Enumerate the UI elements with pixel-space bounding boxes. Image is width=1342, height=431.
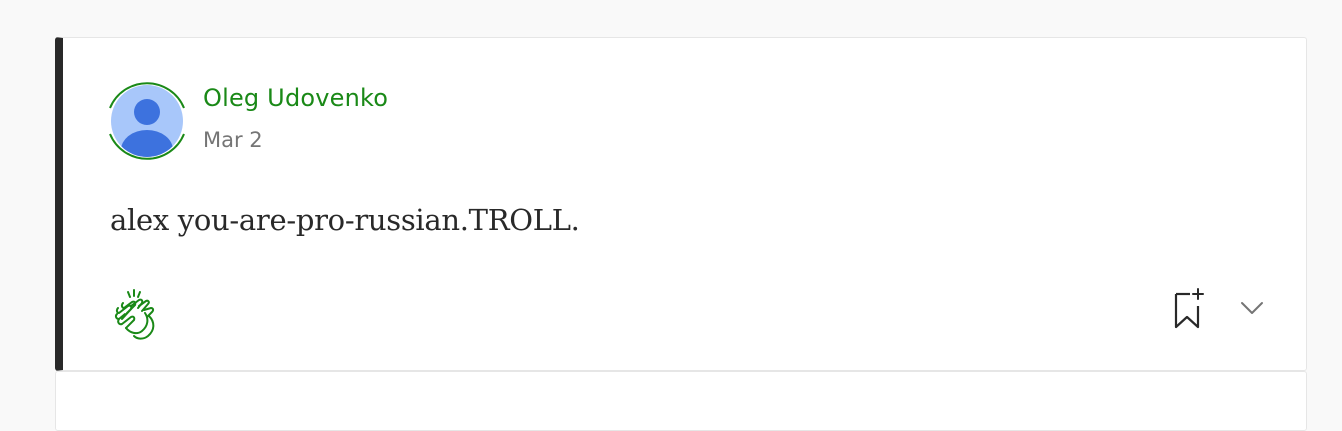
chevron-down-icon	[1241, 302, 1263, 314]
next-response-card	[55, 371, 1307, 431]
clap-icon	[114, 289, 155, 340]
bookmark-button[interactable]	[1173, 286, 1213, 330]
response-card: Oleg Udovenko Mar 2 alex you-are-pro-rus…	[55, 37, 1307, 371]
clap-button[interactable]	[109, 286, 163, 340]
default-user-avatar-icon	[109, 82, 185, 160]
author-name[interactable]: Oleg Udovenko	[203, 84, 388, 112]
author-avatar[interactable]	[104, 78, 190, 164]
response-date[interactable]: Mar 2	[203, 128, 263, 152]
bookmark-add-icon	[1174, 288, 1204, 329]
more-options-button[interactable]	[1237, 293, 1267, 323]
response-body: alex you-are-pro-russian.TROLL.	[110, 203, 580, 237]
